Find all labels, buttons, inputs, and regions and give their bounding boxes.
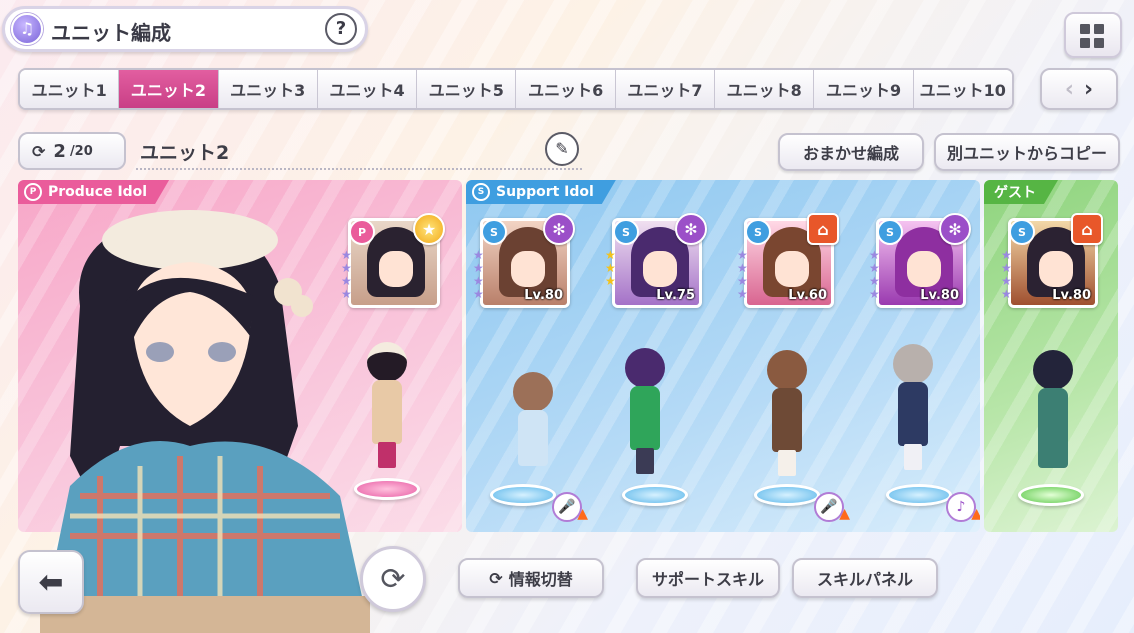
guest-card[interactable]: S ⌂ ★ ★ ★ ★ Lv.80 (1001, 213, 1103, 308)
guest-pedestal (1018, 484, 1084, 506)
support-card-4[interactable]: S ✻ ★ ★ ★ ★ Lv.80 (869, 213, 971, 308)
school-icon: ⌂ (1071, 213, 1103, 245)
tab-unit-3[interactable]: ユニット3 (218, 70, 318, 108)
rotate-button[interactable]: ⟳ (360, 546, 426, 612)
tab-unit-4[interactable]: ユニット4 (317, 70, 418, 108)
support-card-1[interactable]: S ✻ ★ ★ ★ ★ Lv.80 (473, 213, 575, 308)
support-idol-panel: S Support Idol S ✻ ★ ★ ★ ★ Lv.80 S ✻ ★ ★… (466, 180, 980, 532)
tab-pager: ‹ › (1040, 68, 1118, 110)
support-chibi-4 (878, 344, 948, 494)
support-card-2[interactable]: S ✻ ★ ★ ★ Lv.75 (605, 213, 707, 308)
chevron-left-icon[interactable]: ‹ (1065, 77, 1074, 102)
support-chibi-3 (752, 350, 822, 500)
vocal-skill-icon: 🎤 ▲ (814, 492, 850, 522)
chevron-right-icon[interactable]: › (1084, 77, 1093, 102)
title-bar: ♫ ユニット編成 ? (2, 6, 368, 52)
support-pedestal-4 (886, 484, 952, 506)
support-pedestal-3 (754, 484, 820, 506)
refresh-icon: ⟳ (489, 568, 503, 588)
support-type-icon: S (472, 183, 490, 201)
rarity-stars: ★ ★ ★ ★ (737, 248, 748, 301)
produce-idol-portrait (40, 210, 370, 633)
refresh-icon: ⟳ (380, 561, 406, 597)
tab-unit-5[interactable]: ユニット5 (417, 70, 517, 108)
page-title: ユニット編成 (51, 21, 171, 45)
menu-button[interactable] (1064, 12, 1122, 58)
card-level: Lv.75 (656, 288, 695, 303)
up-arrow-icon: ▲ (577, 506, 588, 522)
guest-panel: ゲスト S ⌂ ★ ★ ★ ★ Lv.80 (984, 180, 1118, 532)
speaker-skill-icon: ♪ ▲ (946, 492, 980, 522)
support-type-icon: S (877, 219, 903, 245)
unit-name: ユニット2 (140, 142, 230, 164)
card-level: Lv.80 (1052, 288, 1091, 303)
unit-tabs: ユニット1 ユニット2 ユニット3 ユニット4 ユニット5 ユニット6 ユニット… (18, 68, 1014, 110)
gear-icon: ✻ (675, 213, 707, 245)
star-badge-icon: ★ (413, 213, 445, 245)
skill-panel-button[interactable]: スキルパネル (792, 558, 938, 598)
support-card-3[interactable]: S ⌂ ★ ★ ★ ★ Lv.60 (737, 213, 839, 308)
tab-unit-7[interactable]: ユニット7 (615, 70, 716, 108)
support-chibi-2 (610, 348, 680, 498)
support-idol-label: S Support Idol (466, 180, 616, 204)
support-type-icon: S (745, 219, 771, 245)
edit-name-button[interactable]: ✎ (545, 132, 579, 166)
gear-icon: ✻ (543, 213, 575, 245)
support-type-icon: S (613, 219, 639, 245)
tab-unit-2[interactable]: ユニット2 (119, 70, 219, 108)
rarity-stars: ★ ★ ★ ★ (473, 248, 484, 301)
grid-icon (1080, 24, 1090, 34)
tab-unit-1[interactable]: ユニット1 (20, 70, 120, 108)
card-level: Lv.80 (524, 288, 563, 303)
unit-count-total: /20 (69, 143, 93, 159)
vocal-skill-icon: 🎤 ▲ (552, 492, 588, 522)
refresh-icon: ⟳ (32, 141, 46, 161)
support-pedestal-2 (622, 484, 688, 506)
guest-chibi (1018, 350, 1088, 500)
unit-name-underline (136, 168, 582, 170)
info-switch-button[interactable]: ⟳ 情報切替 (458, 558, 604, 598)
support-type-icon: S (481, 219, 507, 245)
unit-count-current: 2 (53, 140, 66, 162)
arrow-left-icon: ⬅ (38, 564, 64, 600)
unit-count-button[interactable]: ⟳ 2 /20 (18, 132, 126, 170)
school-icon: ⌂ (807, 213, 839, 245)
tab-unit-9[interactable]: ユニット9 (814, 70, 914, 108)
pencil-icon: ✎ (555, 139, 569, 158)
tab-unit-10[interactable]: ユニット10 (913, 70, 1012, 108)
up-arrow-icon: ▲ (971, 506, 980, 522)
tab-unit-8[interactable]: ユニット8 (715, 70, 815, 108)
back-button[interactable]: ⬅ (18, 550, 84, 614)
help-button[interactable]: ? (325, 13, 357, 45)
rarity-stars: ★ ★ ★ (605, 248, 616, 288)
rarity-stars: ★ ★ ★ ★ (1001, 248, 1012, 301)
unit-formation-icon: ♫ (11, 13, 43, 45)
support-skill-button[interactable]: サポートスキル (636, 558, 780, 598)
support-chibi-1 (498, 372, 568, 492)
card-level: Lv.80 (920, 288, 959, 303)
auto-form-button[interactable]: おまかせ編成 (778, 133, 924, 171)
rarity-stars: ★ ★ ★ ★ (869, 248, 880, 301)
gear-icon: ✻ (939, 213, 971, 245)
up-arrow-icon: ▲ (839, 506, 850, 522)
support-type-icon: S (1009, 219, 1035, 245)
card-level: Lv.60 (788, 288, 827, 303)
copy-from-unit-button[interactable]: 別ユニットからコピー (934, 133, 1120, 171)
tab-unit-6[interactable]: ユニット6 (516, 70, 616, 108)
support-pedestal-1 (490, 484, 556, 506)
